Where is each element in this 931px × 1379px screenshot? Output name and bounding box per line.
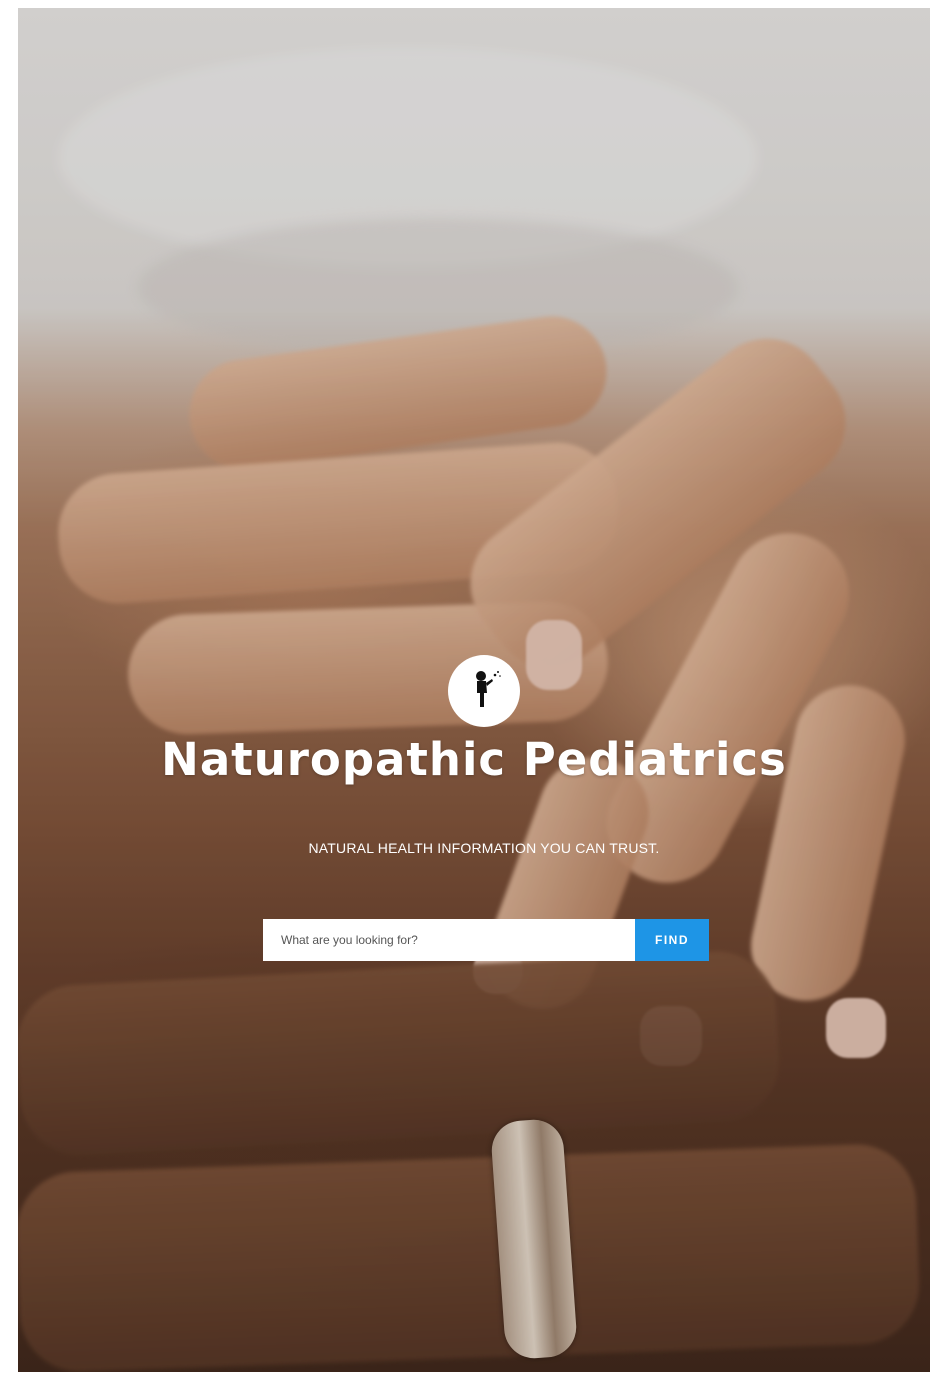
search-form: FIND — [263, 919, 709, 961]
site-logo[interactable] — [448, 655, 520, 727]
hero-section: Naturopathic Pediatrics NATURAL HEALTH I… — [18, 8, 930, 1372]
child-silhouette-icon — [476, 671, 501, 707]
search-input[interactable] — [263, 919, 635, 961]
site-title[interactable]: Naturopathic Pediatrics — [18, 733, 930, 786]
site-tagline: NATURAL HEALTH INFORMATION YOU CAN TRUST… — [308, 840, 660, 856]
find-button[interactable]: FIND — [635, 919, 709, 961]
